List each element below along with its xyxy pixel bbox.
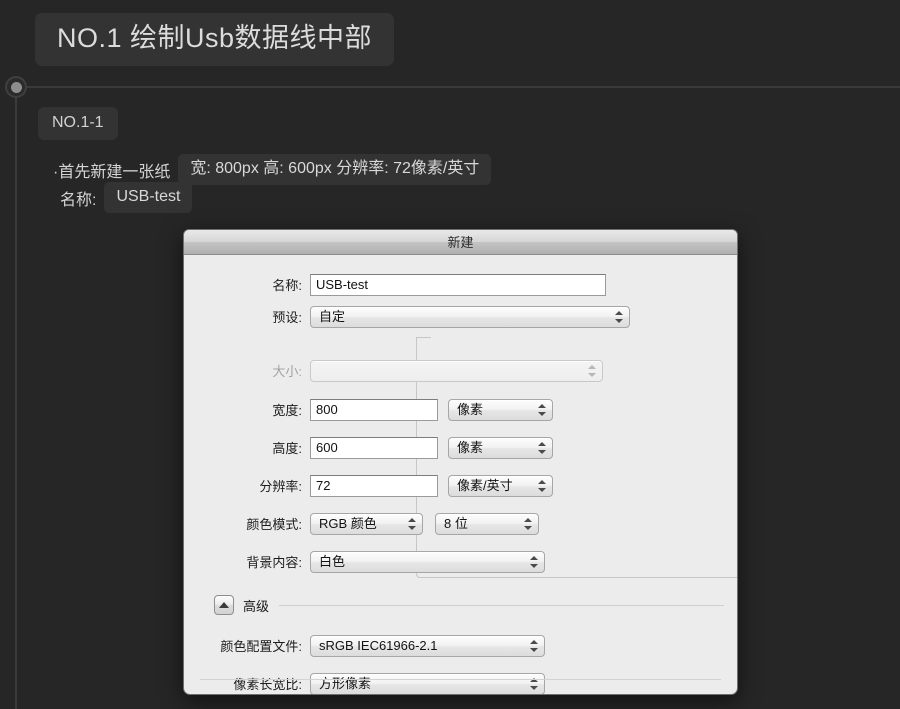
advanced-label: 高级 — [243, 598, 270, 614]
color-mode-row: 颜色模式: RGB 颜色 8 位 — [214, 513, 737, 535]
height-input[interactable]: 600 — [310, 437, 438, 459]
resolution-unit-value: 像素/英寸 — [457, 478, 513, 493]
preset-value: 自定 — [319, 309, 346, 324]
section-badge: NO.1-1 — [38, 107, 118, 140]
color-mode-select[interactable]: RGB 颜色 — [310, 513, 423, 535]
pixel-aspect-ratio-row: 像素长宽比: 方形像素 — [192, 673, 737, 694]
pixel-aspect-ratio-select[interactable]: 方形像素 — [310, 673, 545, 694]
color-profile-label: 颜色配置文件: — [220, 638, 302, 654]
chevron-updown-icon — [588, 364, 596, 378]
dialog-bottom-divider — [200, 679, 721, 680]
height-unit-select[interactable]: 像素 — [448, 437, 553, 459]
height-row: 高度: 600 像素 — [214, 437, 737, 459]
width-input[interactable]: 800 — [310, 399, 438, 421]
color-mode-label: 颜色模式: — [246, 516, 302, 532]
timeline-vertical-rule — [15, 86, 17, 709]
resolution-row: 分辨率: 72 像素/英寸 — [214, 475, 737, 497]
color-mode-value: RGB 颜色 — [319, 516, 377, 531]
chevron-updown-icon — [530, 639, 538, 653]
resolution-input[interactable]: 72 — [310, 475, 438, 497]
dialog-title: 新建 — [447, 234, 474, 250]
bit-depth-value: 8 位 — [444, 516, 468, 531]
chevron-updown-icon — [615, 310, 623, 324]
note-dimensions-chip: 宽: 800px 高: 600px 分辨率: 72像素/英寸 — [178, 154, 492, 185]
disclosure-triangle-up-icon[interactable] — [214, 595, 234, 615]
width-unit-select[interactable]: 像素 — [448, 399, 553, 421]
note-line-primary: ·首先新建一张纸 宽: 800px 高: 600px 分辨率: 72像素/英寸 — [53, 154, 492, 185]
background-contents-select[interactable]: 白色 — [310, 551, 545, 573]
preset-row: 预设: 自定 — [214, 306, 737, 328]
new-document-dialog: 新建 名称: USB-test 预设: 自定 大小: 宽度: 800 像素 高度… — [183, 229, 738, 695]
chevron-updown-icon — [524, 517, 532, 531]
resolution-unit-select[interactable]: 像素/英寸 — [448, 475, 553, 497]
width-label: 宽度: — [272, 402, 302, 418]
color-profile-value: sRGB IEC61966-2.1 — [319, 638, 438, 653]
dialog-titlebar[interactable]: 新建 — [184, 230, 737, 255]
size-row: 大小: — [214, 360, 737, 382]
size-label: 大小: — [272, 363, 302, 379]
width-row: 宽度: 800 像素 — [214, 399, 737, 421]
width-unit-value: 像素 — [457, 402, 484, 417]
background-contents-value: 白色 — [319, 554, 346, 569]
preset-label: 预设: — [272, 309, 302, 325]
note-name-chip: USB-test — [104, 182, 193, 213]
note-canvas: NO.1 绘制Usb数据线中部 NO.1-1 ·首先新建一张纸 宽: 800px… — [0, 0, 900, 709]
height-unit-value: 像素 — [457, 440, 484, 455]
color-profile-select[interactable]: sRGB IEC61966-2.1 — [310, 635, 545, 657]
name-label: 名称: — [272, 277, 302, 293]
name-row: 名称: USB-test — [214, 274, 737, 296]
timeline-horizontal-rule — [16, 86, 900, 88]
bit-depth-select[interactable]: 8 位 — [435, 513, 539, 535]
note-name-label: 名称: — [60, 191, 97, 209]
preset-select[interactable]: 自定 — [310, 306, 630, 328]
color-profile-row: 颜色配置文件: sRGB IEC61966-2.1 — [192, 635, 737, 657]
chevron-updown-icon — [538, 479, 546, 493]
resolution-label: 分辨率: — [259, 478, 302, 494]
advanced-divider — [279, 604, 724, 606]
advanced-section-header[interactable]: 高级 — [214, 595, 724, 615]
chevron-updown-icon — [538, 403, 546, 417]
size-select — [310, 360, 603, 382]
dialog-body: 名称: USB-test 预设: 自定 大小: 宽度: 800 像素 高度: 6… — [184, 255, 737, 694]
chevron-updown-icon — [530, 555, 538, 569]
height-label: 高度: — [272, 440, 302, 456]
background-contents-row: 背景内容: 白色 — [214, 551, 737, 573]
note-step-text: ·首先新建一张纸 — [53, 163, 171, 181]
document-name-input[interactable]: USB-test — [310, 274, 606, 296]
timeline-node-icon — [5, 76, 27, 98]
chevron-updown-icon — [408, 517, 416, 531]
background-contents-label: 背景内容: — [246, 554, 302, 570]
chevron-updown-icon — [538, 441, 546, 455]
page-title: NO.1 绘制Usb数据线中部 — [35, 13, 395, 66]
note-line-secondary: 名称: USB-test — [60, 182, 193, 213]
